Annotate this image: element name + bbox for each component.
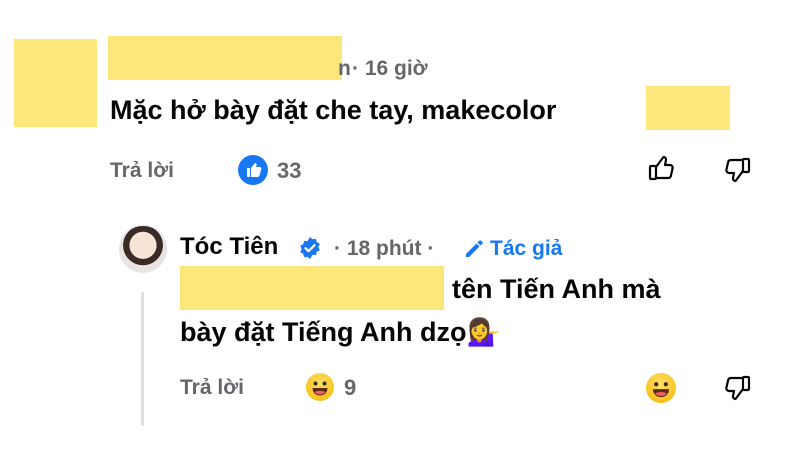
reply-timestamp[interactable]: · 18 phút · — [334, 237, 434, 261]
thread-connector — [141, 292, 144, 426]
reply-text-line2-words: bày đặt Tiếng Anh dzọ — [180, 317, 467, 347]
redacted-comment-suffix — [646, 86, 730, 130]
thumbs-down-icon[interactable] — [721, 372, 753, 404]
comment-timestamp[interactable]: · 16 giờ — [352, 57, 428, 81]
grinning-face-icon[interactable] — [646, 373, 676, 403]
thumbs-up-icon[interactable] — [646, 152, 678, 184]
reply-text-line2: bày đặt Tiếng Anh dzọ💁‍♀️ — [180, 314, 500, 350]
reply-author-name[interactable]: Tóc Tiên — [180, 233, 278, 261]
reply-reaction-count[interactable]: 9 — [344, 375, 356, 401]
thumbs-down-icon[interactable] — [721, 154, 753, 186]
author-avatar[interactable] — [119, 225, 167, 273]
author-badge-label: Tác giả — [490, 237, 563, 260]
comment-text: Mặc hở bày đặt che tay, makecolor — [110, 95, 557, 125]
redacted-avatar — [14, 39, 97, 127]
reply-reply-button[interactable]: Trả lời — [180, 376, 244, 400]
comment-reaction-count[interactable]: 33 — [277, 158, 301, 184]
reply-text-line1: tên Tiến Anh mà — [452, 274, 661, 304]
comment-reply-button[interactable]: Trả lời — [110, 159, 174, 183]
person-tipping-hand-emoji: 💁‍♀️ — [466, 317, 501, 347]
pencil-icon — [463, 238, 485, 260]
verified-badge-icon — [298, 236, 322, 260]
grinning-face-icon — [306, 373, 334, 401]
like-reaction-icon — [238, 155, 268, 185]
commenter-name-tail: n — [338, 57, 351, 80]
redacted-commenter-name[interactable] — [108, 36, 342, 80]
redacted-mention — [180, 266, 444, 310]
